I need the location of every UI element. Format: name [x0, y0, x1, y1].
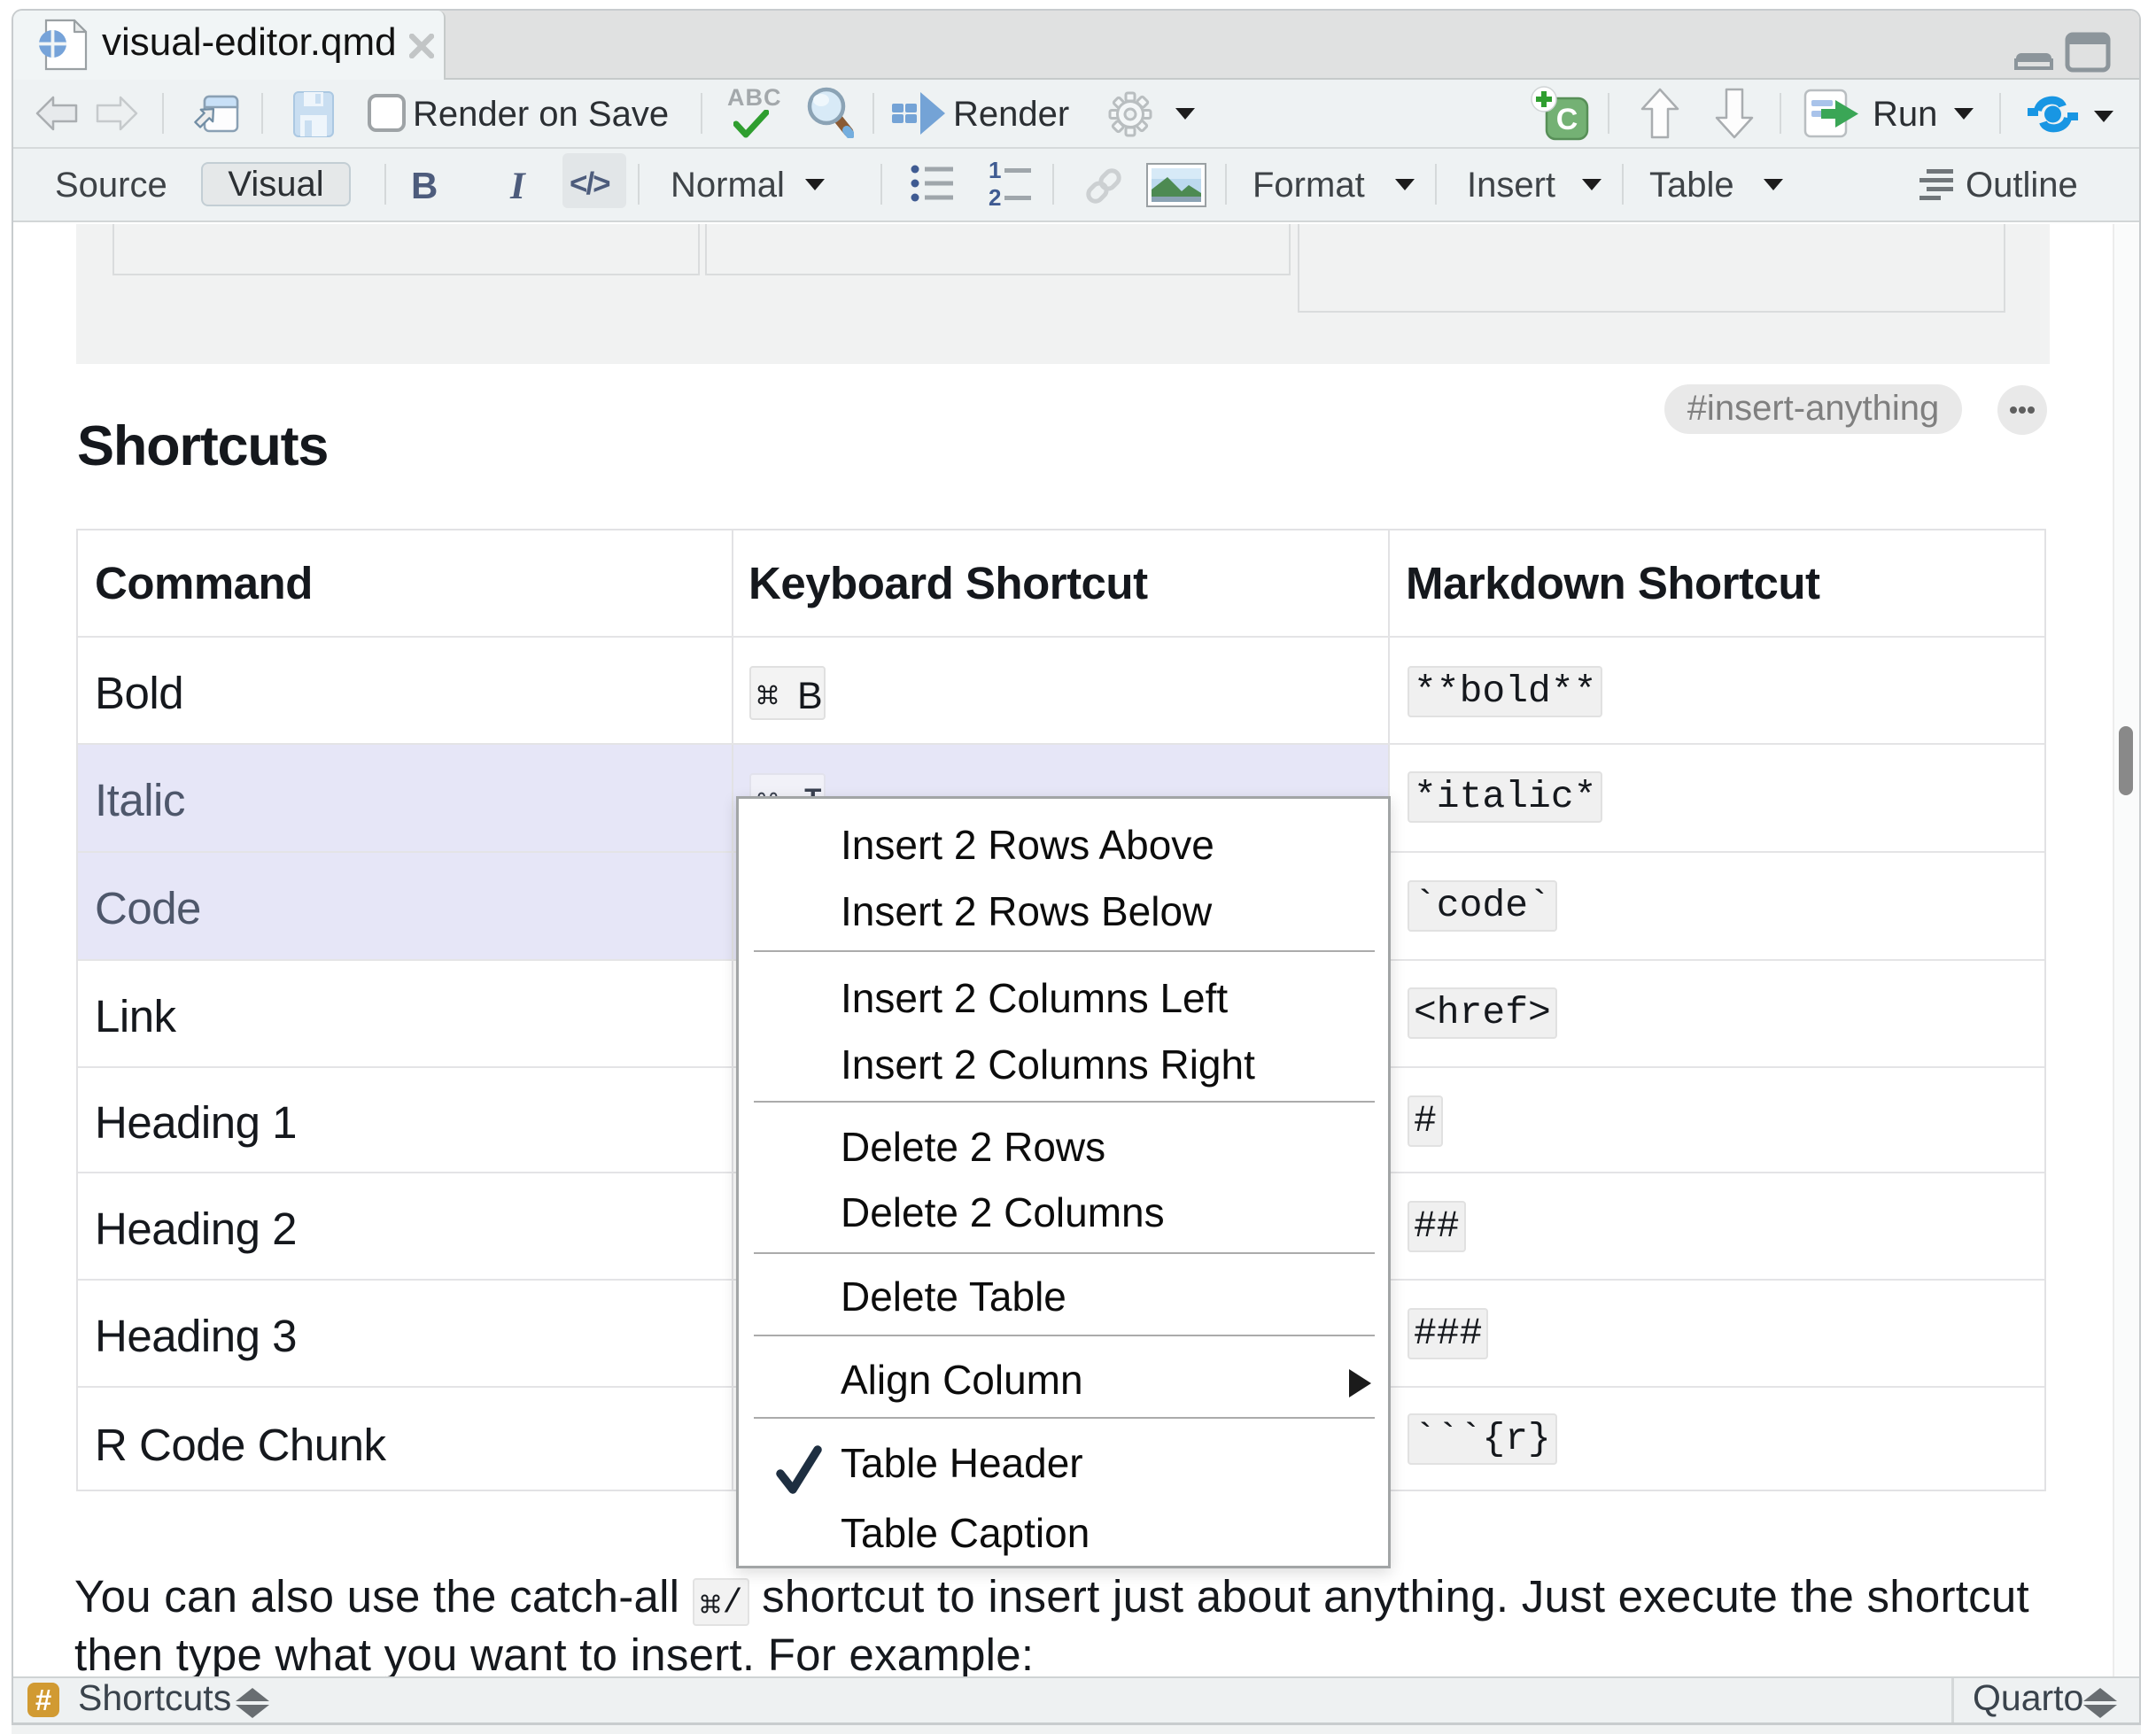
svg-text:2: 2 — [989, 184, 1001, 207]
svg-text:C: C — [1556, 103, 1578, 136]
svg-text:1: 1 — [989, 161, 1001, 183]
